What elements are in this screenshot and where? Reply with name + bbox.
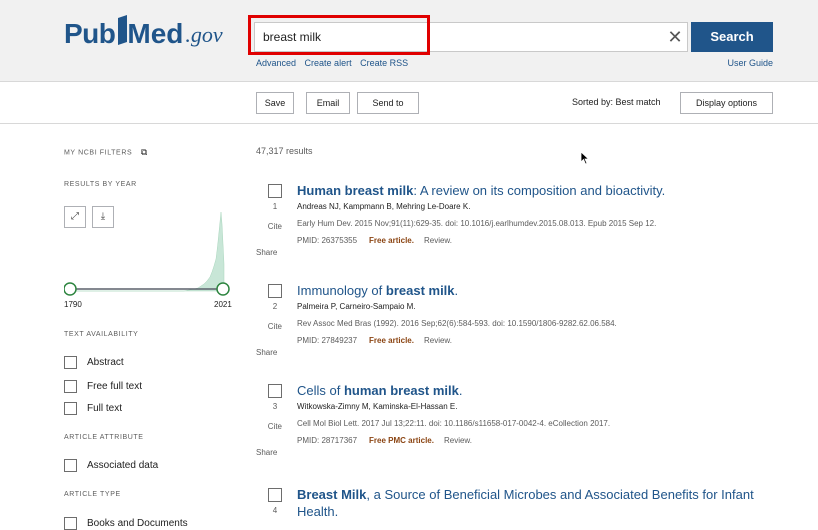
results-count: 47,317 results [256, 146, 313, 156]
title-pre: Cells of [297, 383, 344, 398]
text-availability-label: TEXT AVAILABILITY [64, 331, 139, 338]
result-checkbox[interactable] [268, 384, 282, 398]
result-pmid-line: PMID: 26375355 Free article. Review. [297, 236, 452, 245]
my-ncbi-filters-text: MY NCBI FILTERS [64, 149, 133, 157]
result-title-link[interactable]: Immunology of breast milk. [297, 282, 792, 299]
sort-order-label[interactable]: Sorted by: Best match [572, 97, 661, 107]
send-to-button[interactable]: Send to [357, 92, 419, 114]
my-ncbi-filters-label[interactable]: MY NCBI FILTERS ⧉ [64, 147, 148, 158]
checkbox[interactable] [64, 401, 77, 415]
checkbox[interactable] [64, 379, 77, 393]
result-number: 3 [272, 402, 278, 411]
checkbox[interactable] [64, 458, 77, 472]
review-badge: Review. [443, 436, 472, 445]
cite-button[interactable]: Cite [256, 322, 282, 331]
title-highlight: breast milk [385, 283, 455, 298]
title-pre: Immunology of [297, 283, 386, 298]
result-checkbox[interactable] [268, 488, 282, 502]
result-number: 2 [272, 302, 278, 311]
filter-label: Full text [87, 402, 123, 414]
free-article-badge: Free article. [369, 236, 414, 245]
search-sublinks: Advanced Create alert Create RSS [256, 58, 414, 68]
checkbox[interactable] [64, 355, 77, 369]
review-badge: Review. [423, 236, 452, 245]
title-rest: : A review on its composition and bioact… [413, 183, 666, 198]
result-item: 3 Cite Share Cells of human breast milk.… [256, 382, 796, 464]
header-bar: Pub Med .gov breast milk ✕ Search Advanc… [0, 0, 818, 82]
logo-med: Med [117, 15, 184, 52]
share-button[interactable]: Share [256, 348, 277, 357]
save-button[interactable]: Save [256, 92, 294, 114]
result-citation: Early Hum Dev. 2015 Nov;91(11):629-35. d… [297, 219, 657, 228]
title-rest: , a Source of Beneficial Microbes and As… [297, 487, 754, 519]
filter-abstract[interactable]: Abstract [64, 355, 124, 369]
search-input[interactable]: breast milk [254, 22, 688, 52]
results-toolbar: Save Email Send to Sorted by: Best match… [0, 82, 818, 124]
result-title-link[interactable]: Cells of human breast milk. [297, 382, 792, 399]
pmid: PMID: 28717367 [297, 436, 358, 445]
result-item: 4 Breast Milk, a Source of Beneficial Mi… [256, 486, 796, 526]
result-authors: Andreas NJ, Kampmann B, Mehring Le-Doare… [297, 202, 471, 211]
title-highlight: Human breast milk [297, 183, 414, 198]
cite-button[interactable]: Cite [256, 422, 282, 431]
results-by-year-label: RESULTS BY YEAR [64, 181, 137, 188]
advanced-link[interactable]: Advanced [256, 58, 296, 68]
result-authors: Palmeira P, Carneiro-Sampaio M. [297, 302, 416, 311]
result-citation: Rev Assoc Med Bras (1992). 2016 Sep;62(6… [297, 319, 617, 328]
display-options-button[interactable]: Display options [680, 92, 773, 114]
result-pmid-line: PMID: 28717367 Free PMC article. Review. [297, 436, 472, 445]
filter-label: Associated data [87, 459, 159, 471]
filter-free-full-text[interactable]: Free full text [64, 379, 142, 393]
result-number: 4 [272, 506, 278, 515]
result-authors: Witkowska-Zimny M, Kaminska-El-Hassan E. [297, 402, 458, 411]
filter-label: Abstract [87, 356, 124, 368]
filter-label: Books and Documents [87, 517, 188, 529]
result-title-link[interactable]: Breast Milk, a Source of Beneficial Micr… [297, 486, 767, 520]
title-rest: . [454, 283, 459, 298]
external-link-icon: ⧉ [140, 147, 148, 157]
create-rss-link[interactable]: Create RSS [360, 58, 408, 68]
logo-med-text: Med [127, 18, 184, 49]
logo-pub: Pub [64, 18, 116, 49]
result-checkbox[interactable] [268, 284, 282, 298]
filter-associated-data[interactable]: Associated data [64, 458, 158, 472]
create-alert-link[interactable]: Create alert [305, 58, 352, 68]
filter-books-and-documents[interactable]: Books and Documents [64, 516, 188, 530]
share-button[interactable]: Share [256, 448, 277, 457]
checkbox[interactable] [64, 516, 77, 530]
result-citation: Cell Mol Biol Lett. 2017 Jul 13;22:11. d… [297, 419, 611, 428]
mouse-pointer-icon [580, 151, 590, 165]
filter-label: Free full text [87, 380, 143, 392]
year-start-label: 1790 [64, 300, 82, 309]
pmid: PMID: 27849237 [297, 336, 358, 345]
result-pmid-line: PMID: 27849237 Free article. Review. [297, 336, 452, 345]
email-button[interactable]: Email [306, 92, 350, 114]
result-number: 1 [272, 202, 278, 211]
search-button[interactable]: Search [691, 22, 773, 52]
title-highlight: Breast Milk [297, 487, 367, 502]
title-rest: . [458, 383, 463, 398]
result-checkbox[interactable] [268, 184, 282, 198]
cite-button[interactable]: Cite [256, 222, 282, 231]
result-item: 1 Cite Share Human breast milk: A review… [256, 182, 796, 264]
result-title-link[interactable]: Human breast milk: A review on its compo… [297, 182, 792, 199]
year-range-slider[interactable] [64, 281, 239, 297]
result-item: 2 Cite Share Immunology of breast milk. … [256, 282, 796, 364]
year-end-label: 2021 [214, 300, 232, 309]
user-guide-link[interactable]: User Guide [727, 58, 773, 68]
review-badge: Review. [423, 336, 452, 345]
article-type-label: ARTICLE TYPE [64, 491, 121, 498]
free-article-badge: Free article. [369, 336, 414, 345]
share-button[interactable]: Share [256, 248, 277, 257]
filter-full-text[interactable]: Full text [64, 401, 122, 415]
article-attribute-label: ARTICLE ATTRIBUTE [64, 434, 144, 441]
free-article-badge: Free PMC article. [369, 436, 434, 445]
pmid: PMID: 26375355 [297, 236, 358, 245]
clear-search-icon[interactable]: ✕ [664, 26, 686, 48]
logo-gov: .gov [185, 22, 223, 47]
title-highlight: human breast milk [343, 383, 459, 398]
pubmed-logo[interactable]: Pub Med .gov [64, 15, 223, 52]
